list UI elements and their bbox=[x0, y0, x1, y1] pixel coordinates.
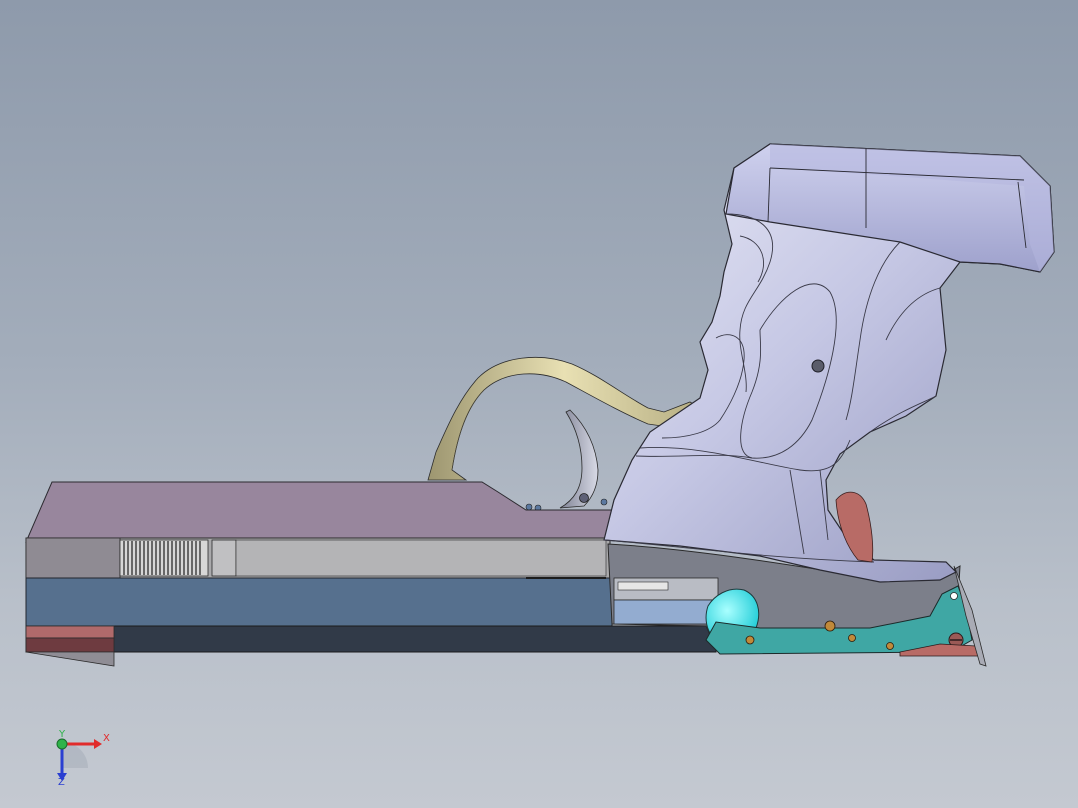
y-axis-point bbox=[56, 738, 68, 750]
z-axis-label: Z bbox=[58, 777, 65, 788]
x-axis-label: X bbox=[103, 733, 110, 744]
y-axis-label: Y bbox=[59, 729, 66, 740]
graphics-viewport[interactable]: X Y Z bbox=[0, 0, 1078, 808]
front-sight-insert[interactable] bbox=[25, 625, 115, 639]
trigger-pin bbox=[579, 493, 589, 503]
front-sight-insert-lower bbox=[25, 637, 115, 653]
slide-window bbox=[211, 539, 237, 577]
frame-upper[interactable] bbox=[25, 481, 615, 545]
trigger-spring-detail bbox=[525, 503, 533, 511]
mechanism-pin-top bbox=[950, 592, 958, 600]
pistol-model[interactable] bbox=[0, 0, 1078, 808]
bolt-lower bbox=[613, 599, 719, 625]
grip-screw bbox=[811, 359, 825, 373]
trigger-blade[interactable] bbox=[559, 409, 599, 509]
muzzle-wedge bbox=[25, 651, 115, 667]
coordinate-triad[interactable]: X Y Z bbox=[48, 726, 120, 792]
barrel-lower bbox=[25, 625, 717, 653]
slide-window-long bbox=[235, 539, 607, 577]
trigger-spring-detail-3 bbox=[600, 498, 608, 506]
frame-panel-left bbox=[25, 537, 121, 579]
barrel[interactable] bbox=[25, 577, 613, 627]
x-axis-head bbox=[94, 739, 102, 749]
bolt-slot bbox=[617, 581, 669, 591]
